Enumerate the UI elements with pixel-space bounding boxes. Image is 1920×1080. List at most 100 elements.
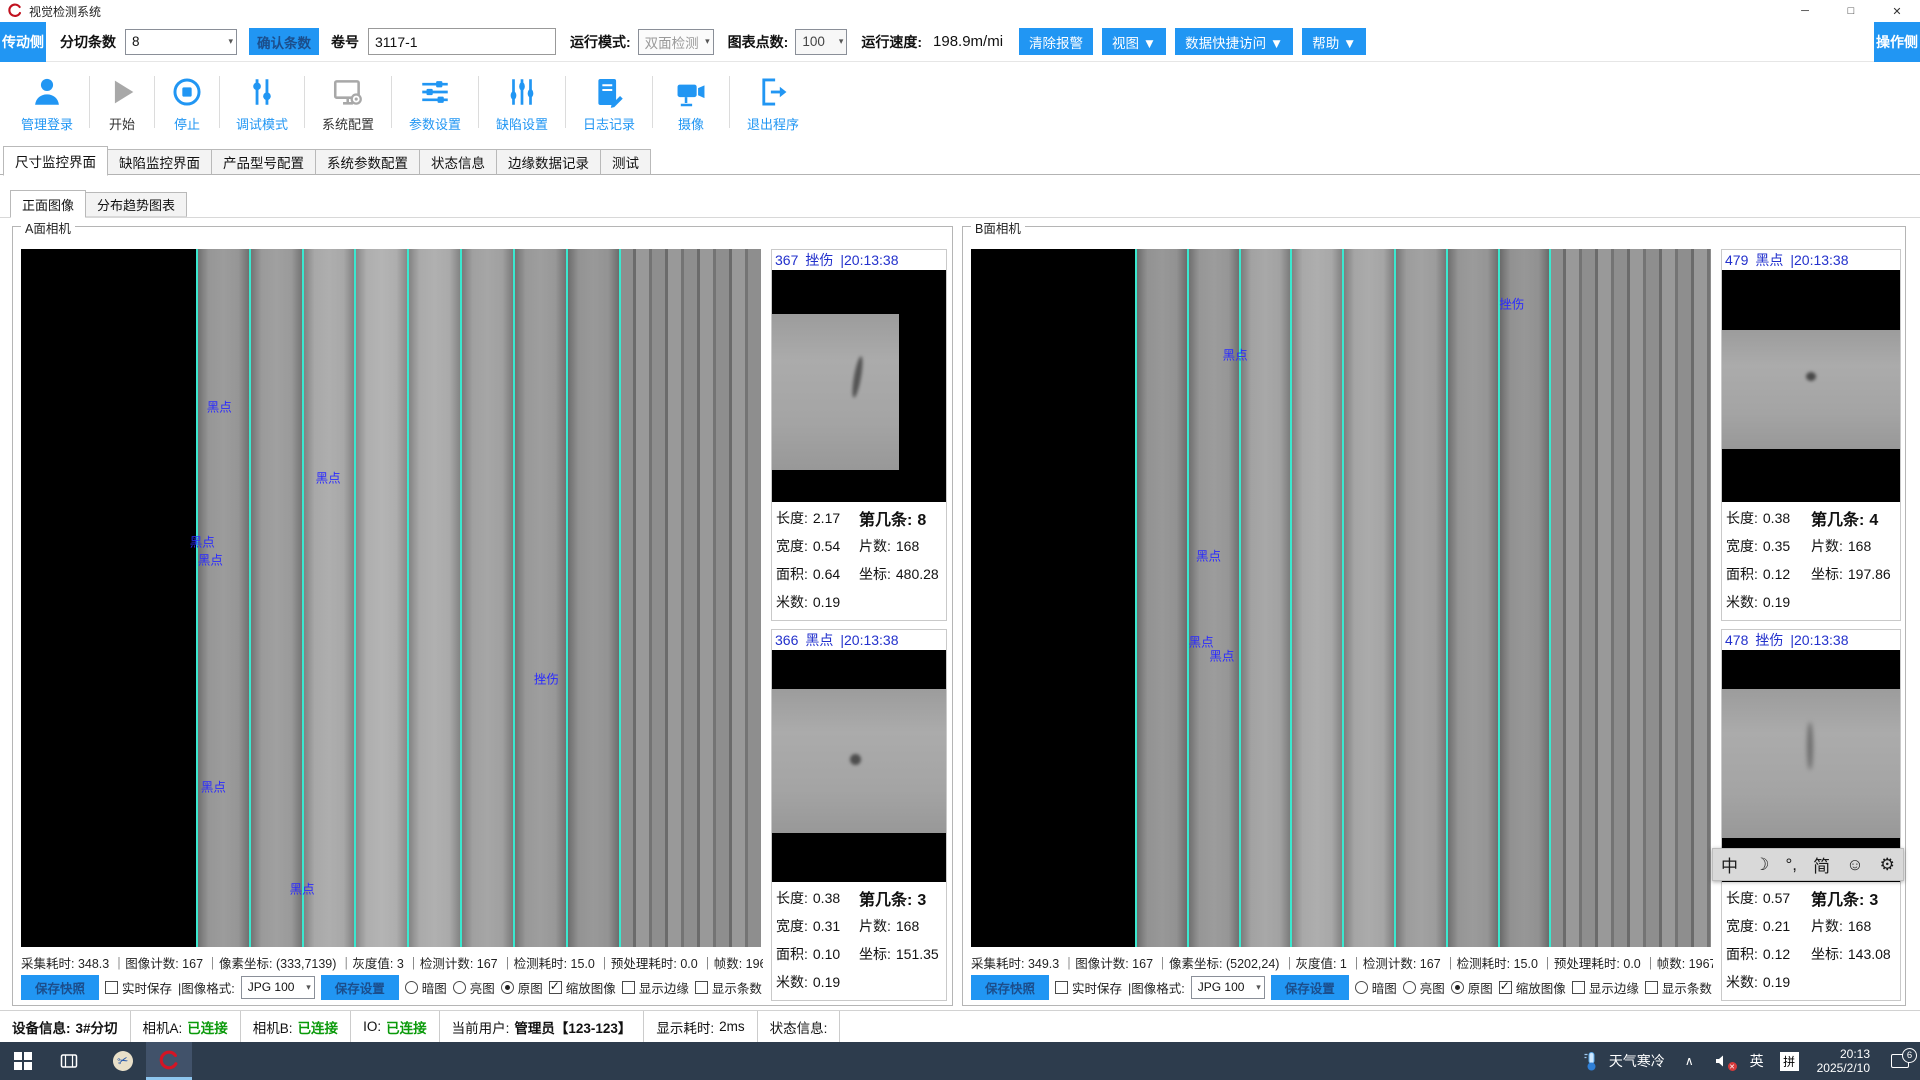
language-indicator[interactable]: 英 <box>1742 1042 1772 1080</box>
defect-label: 黑点 <box>1223 344 1248 363</box>
camera-image-a[interactable]: 黑点黑点黑点黑点挫伤黑点黑点 <box>21 249 761 947</box>
save-snapshot-button[interactable]: 保存快照 <box>21 975 99 1000</box>
tab-main-4[interactable]: 状态信息 <box>419 149 497 175</box>
defect-thumbnail <box>772 650 946 882</box>
statusbar-segment: IO:已连接 <box>351 1011 440 1042</box>
toolbar-item-exit[interactable]: 退出程序 <box>731 66 815 138</box>
clear-alarm-button[interactable]: 清除报警 <box>1019 28 1093 55</box>
defect-card[interactable]: 478挫伤|20:13:38长度:0.57第几条:3宽度:0.21片数:168面… <box>1721 629 1901 1001</box>
close-button[interactable]: ✕ <box>1874 0 1920 22</box>
weather-text[interactable]: 天气寒冷 <box>1607 1042 1673 1080</box>
inspection-app-button[interactable] <box>146 1042 192 1080</box>
defect-stat-row: 长度:0.38第几条:4 <box>1726 504 1896 532</box>
checkbox-显示条数[interactable]: 显示条数 <box>695 978 762 997</box>
slit-count-combo[interactable]: 8 ▾ <box>125 29 237 55</box>
defect-label: 黑点 <box>1209 646 1234 665</box>
ime-emoji-icon[interactable]: ☺ <box>1846 855 1863 875</box>
radio-暗图[interactable]: 暗图 <box>1355 978 1397 997</box>
radio-亮图[interactable]: 亮图 <box>453 978 495 997</box>
tray-expand-chevron[interactable]: ∧ <box>1673 1042 1706 1080</box>
toolbar-item-stop[interactable]: 停止 <box>156 66 218 138</box>
radio-原图[interactable]: 原图 <box>501 978 543 997</box>
image-format-combo[interactable]: JPG 100▾ <box>241 976 315 999</box>
taskbar-left: ✂ <box>0 1042 192 1080</box>
checkbox-显示边缘[interactable]: 显示边缘 <box>622 978 689 997</box>
operate-side-button[interactable]: 操作侧 <box>1874 22 1920 62</box>
tab-main-6[interactable]: 测试 <box>600 149 651 175</box>
statusbar-label: 设备信息: <box>12 1017 71 1037</box>
defect-time: |20:13:38 <box>840 632 898 648</box>
data-quick-access-menu-button[interactable]: 数据快捷访问 ▼ <box>1175 28 1293 55</box>
save-snapshot-button[interactable]: 保存快照 <box>971 975 1049 1000</box>
defect-label: 黑点 <box>1196 546 1221 565</box>
ime-mode-indicator[interactable]: 拼 <box>1772 1042 1807 1080</box>
radio-暗图[interactable]: 暗图 <box>405 978 447 997</box>
defect-card[interactable]: 479黑点|20:13:38长度:0.38第几条:4宽度:0.35片数:168面… <box>1721 249 1901 621</box>
tab-main-1[interactable]: 缺陷监控界面 <box>107 149 212 175</box>
checkbox-显示条数[interactable]: 显示条数 <box>1645 978 1712 997</box>
stat-left: 长度:0.38 <box>1726 508 1811 528</box>
toolbar-item-params[interactable]: 参数设置 <box>393 66 477 138</box>
icon-toolbar: 管理登录开始停止调试模式系统配置参数设置缺陷设置日志记录摄像退出程序 <box>0 62 1920 142</box>
tab-sub-0[interactable]: 正面图像 <box>10 190 86 218</box>
volume-muted-icon[interactable]: ✕ <box>1706 1042 1742 1080</box>
confirm-count-button[interactable]: 确认条数 <box>249 28 319 55</box>
radio-label: 原图 <box>1468 978 1493 997</box>
toolbar-item-defect-settings[interactable]: 缺陷设置 <box>480 66 564 138</box>
chart-points-combo[interactable]: 100 ▾ <box>795 29 847 55</box>
drive-side-button[interactable]: 传动侧 <box>0 22 46 62</box>
stat-item: 预处理耗时: 0.0 <box>1554 957 1641 971</box>
ime-fullwidth-moon-icon[interactable]: ☽ <box>1754 855 1769 875</box>
defect-card[interactable]: 367挫伤|20:13:38长度:2.17第几条:8宽度:0.54片数:168面… <box>771 249 947 621</box>
stat-left: 面积:0.12 <box>1726 564 1811 584</box>
maximize-button[interactable]: □ <box>1828 0 1874 22</box>
stat-item: 采集耗时: 348.3 <box>21 957 109 971</box>
checkbox-label: 显示边缘 <box>1589 978 1639 997</box>
slit-count-label: 分切条数 <box>60 32 116 52</box>
checkbox-icon <box>1499 981 1512 994</box>
ime-punctuation-icon[interactable]: °, <box>1785 855 1797 875</box>
toolbar-item-log[interactable]: 日志记录 <box>567 66 651 138</box>
stat-item: 图像计数: 167 <box>125 957 203 971</box>
camera-image-b[interactable]: 挫伤黑点黑点黑点黑点 <box>971 249 1711 947</box>
tab-main-3[interactable]: 系统参数配置 <box>315 149 420 175</box>
stat-left: 面积:0.12 <box>1726 944 1811 964</box>
tab-main-5[interactable]: 边缘数据记录 <box>496 149 601 175</box>
realtime-save-checkbox[interactable]: 实时保存 <box>1055 978 1122 997</box>
snipping-tool-button[interactable]: ✂ <box>100 1042 146 1080</box>
run-mode-combo[interactable]: 双面检测 ▾ <box>638 29 714 55</box>
tab-main-0[interactable]: 尺寸监控界面 <box>3 146 108 176</box>
thermometer-icon[interactable] <box>1575 1042 1607 1080</box>
radio-亮图[interactable]: 亮图 <box>1403 978 1445 997</box>
realtime-save-checkbox[interactable]: 实时保存 <box>105 978 172 997</box>
ime-settings-gear-icon[interactable]: ⚙ <box>1880 855 1895 875</box>
taskbar-clock[interactable]: 20:13 2025/2/10 <box>1807 1047 1880 1075</box>
roll-number-input[interactable] <box>368 28 556 55</box>
tab-main-2[interactable]: 产品型号配置 <box>211 149 316 175</box>
sheet-strip <box>1136 249 1188 947</box>
toolbar-item-user[interactable]: 管理登录 <box>6 66 88 138</box>
tab-sub-1[interactable]: 分布趋势图表 <box>85 192 187 217</box>
task-view-button[interactable] <box>46 1042 92 1080</box>
defect-card[interactable]: 366黑点|20:13:38长度:0.38第几条:3宽度:0.31片数:168面… <box>771 629 947 1001</box>
toolbar-item-play[interactable]: 开始 <box>91 66 153 138</box>
radio-原图[interactable]: 原图 <box>1451 978 1493 997</box>
ime-mode-chinese[interactable]: 中 <box>1721 852 1738 877</box>
checkbox-缩放图像[interactable]: 缩放图像 <box>1499 978 1566 997</box>
panel-title: B面相机 <box>971 218 1025 237</box>
save-settings-button[interactable]: 保存设置 <box>1271 975 1349 1000</box>
view-menu-button[interactable]: 视图 ▼ <box>1102 28 1166 55</box>
save-settings-button[interactable]: 保存设置 <box>321 975 399 1000</box>
checkbox-显示边缘[interactable]: 显示边缘 <box>1572 978 1639 997</box>
toolbar-item-system-config[interactable]: 系统配置 <box>306 66 390 138</box>
checkbox-缩放图像[interactable]: 缩放图像 <box>549 978 616 997</box>
notification-center-button[interactable]: 6 <box>1880 1054 1920 1068</box>
minimize-button[interactable]: ─ <box>1782 0 1828 22</box>
help-menu-button[interactable]: 帮助 ▼ <box>1302 28 1366 55</box>
toolbar-item-debug[interactable]: 调试模式 <box>221 66 303 138</box>
ime-simplified-charset[interactable]: 简 <box>1813 852 1830 877</box>
start-button[interactable] <box>0 1042 46 1080</box>
image-format-combo[interactable]: JPG 100▾ <box>1191 976 1265 999</box>
toolbar-item-camera[interactable]: 摄像 <box>654 66 728 138</box>
toolbar-separator <box>565 76 566 128</box>
